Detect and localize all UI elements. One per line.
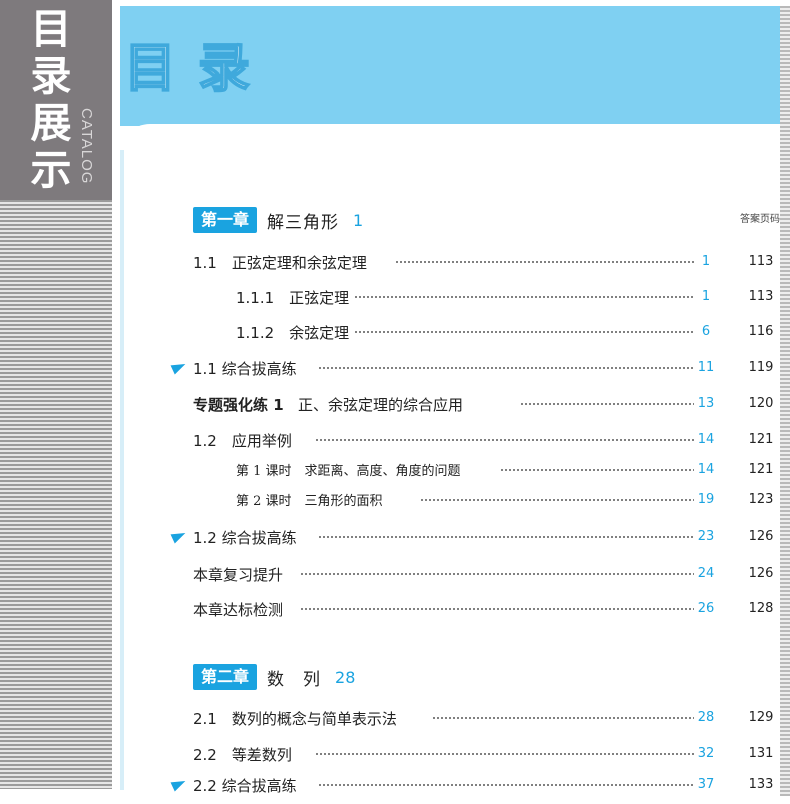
toc-row-label: 2.2 等差数列 bbox=[193, 744, 296, 765]
chapter-heading[interactable]: 第一章 解三角形 1 bbox=[193, 207, 363, 233]
toc-row-label: 第 1 课时 求距离、高度、角度的问题 bbox=[236, 460, 465, 479]
toc-row-page: 26 bbox=[694, 601, 718, 616]
toc-row-answer-page: 126 bbox=[748, 529, 774, 544]
toc-row-answer-page: 123 bbox=[748, 492, 774, 507]
toc-row-label: 1.2 应用举例 bbox=[193, 430, 296, 451]
toc-row-page: 14 bbox=[694, 432, 718, 447]
chapter-page-number: 28 bbox=[335, 667, 356, 687]
toc-row-label-group: 专题强化练 1 正、余弦定理的综合应用 bbox=[193, 394, 467, 415]
chapter-badge: 第二章 bbox=[193, 664, 258, 690]
toc-row[interactable]: 2.1 数列的概念与简单表示法 28 129 bbox=[0, 708, 790, 730]
toc-row[interactable]: 第 1 课时 求距离、高度、角度的问题 14 121 bbox=[0, 460, 790, 482]
side-banner-title: 目录展示 bbox=[30, 5, 72, 194]
toc-row[interactable]: 本章复习提升 24 126 bbox=[0, 564, 790, 586]
toc-row-page: 28 bbox=[694, 710, 718, 725]
toc-row[interactable]: 2.2 综合拔高练 37 133 bbox=[0, 775, 790, 797]
leader-dots bbox=[350, 296, 700, 298]
page-title: 目录 bbox=[123, 38, 273, 100]
toc-row-page: 19 bbox=[694, 492, 718, 507]
answer-page-header: 答案页码 bbox=[740, 214, 780, 225]
toc-row-label: 1.2 综合拔高练 bbox=[193, 527, 301, 548]
leader-dots bbox=[420, 499, 700, 501]
leader-dots bbox=[318, 367, 700, 369]
toc-row-answer-page: 119 bbox=[748, 360, 774, 375]
leader-dots bbox=[432, 717, 700, 719]
toc-row[interactable]: 2.2 等差数列 32 131 bbox=[0, 744, 790, 766]
toc-row-page: 6 bbox=[694, 324, 718, 339]
toc-row[interactable]: 专题强化练 1 正、余弦定理的综合应用 13 120 bbox=[0, 394, 790, 416]
toc-row[interactable]: 1.2 应用举例 14 121 bbox=[0, 430, 790, 452]
toc-row-page: 37 bbox=[694, 777, 718, 792]
toc-row-page: 14 bbox=[694, 462, 718, 477]
toc-row-label: 正、余弦定理的综合应用 bbox=[297, 396, 463, 414]
toc-row-answer-page: 121 bbox=[748, 432, 774, 447]
toc-row-answer-page: 121 bbox=[748, 462, 774, 477]
chapter-page-number: 1 bbox=[353, 210, 364, 230]
toc-row-answer-page: 113 bbox=[748, 254, 774, 269]
toc-row[interactable]: 1.1.2 余弦定理 6 116 bbox=[0, 322, 790, 344]
leader-dots bbox=[300, 573, 700, 575]
side-banner-subtitle: CATALOG bbox=[78, 108, 95, 185]
toc-row-label: 1.1 正弦定理和余弦定理 bbox=[193, 252, 371, 273]
toc-row-page: 1 bbox=[694, 254, 718, 269]
chapter-title: 解三角形 bbox=[267, 212, 340, 233]
leader-dots bbox=[500, 469, 700, 471]
toc-row-page: 32 bbox=[694, 746, 718, 761]
toc-row[interactable]: 本章达标检测 26 128 bbox=[0, 599, 790, 621]
special-practice-label: 专题强化练 1 bbox=[193, 396, 284, 414]
toc-row-label: 1.1 综合拔高练 bbox=[193, 358, 301, 379]
leader-dots bbox=[318, 536, 700, 538]
toc-row[interactable]: 1.2 综合拔高练 23 126 bbox=[0, 527, 790, 549]
toc-row-label: 1.1.2 余弦定理 bbox=[236, 322, 354, 343]
toc-row[interactable]: 1.1 正弦定理和余弦定理 1 113 bbox=[0, 252, 790, 274]
chapter-title: 数 列 bbox=[267, 669, 322, 690]
toc-row-page: 24 bbox=[694, 566, 718, 581]
leader-dots bbox=[520, 403, 700, 405]
chapter-badge: 第一章 bbox=[193, 207, 258, 233]
leader-dots bbox=[315, 439, 700, 441]
toc-row-answer-page: 120 bbox=[748, 396, 774, 411]
leader-dots bbox=[315, 753, 700, 755]
toc-row-label: 第 2 课时 三角形的面积 bbox=[236, 490, 387, 509]
toc-row-answer-page: 126 bbox=[748, 566, 774, 581]
toc-row-page: 13 bbox=[694, 396, 718, 411]
toc-row-answer-page: 113 bbox=[748, 289, 774, 304]
toc-row-answer-page: 131 bbox=[748, 746, 774, 761]
leader-dots bbox=[350, 331, 700, 333]
toc-row-label: 本章复习提升 bbox=[193, 564, 288, 585]
toc-row-page: 1 bbox=[694, 289, 718, 304]
toc-row-page: 23 bbox=[694, 529, 718, 544]
toc-row-label: 2.2 综合拔高练 bbox=[193, 775, 301, 796]
toc-row[interactable]: 1.1 综合拔高练 11 119 bbox=[0, 358, 790, 380]
toc-row-answer-page: 116 bbox=[748, 324, 774, 339]
leader-dots bbox=[318, 784, 700, 786]
toc-row-label: 1.1.1 正弦定理 bbox=[236, 287, 354, 308]
toc-row[interactable]: 1.1.1 正弦定理 1 113 bbox=[0, 287, 790, 309]
leader-dots bbox=[300, 608, 700, 610]
toc-row-answer-page: 128 bbox=[748, 601, 774, 616]
toc-row[interactable]: 第 2 课时 三角形的面积 19 123 bbox=[0, 490, 790, 512]
toc-row-label: 2.1 数列的概念与简单表示法 bbox=[193, 708, 401, 729]
chapter-heading[interactable]: 第二章 数 列 28 bbox=[193, 664, 355, 690]
leader-dots bbox=[395, 261, 700, 263]
toc-row-label: 本章达标检测 bbox=[193, 599, 288, 620]
toc-row-answer-page: 129 bbox=[748, 710, 774, 725]
toc-row-page: 11 bbox=[694, 360, 718, 375]
toc-row-answer-page: 133 bbox=[748, 777, 774, 792]
